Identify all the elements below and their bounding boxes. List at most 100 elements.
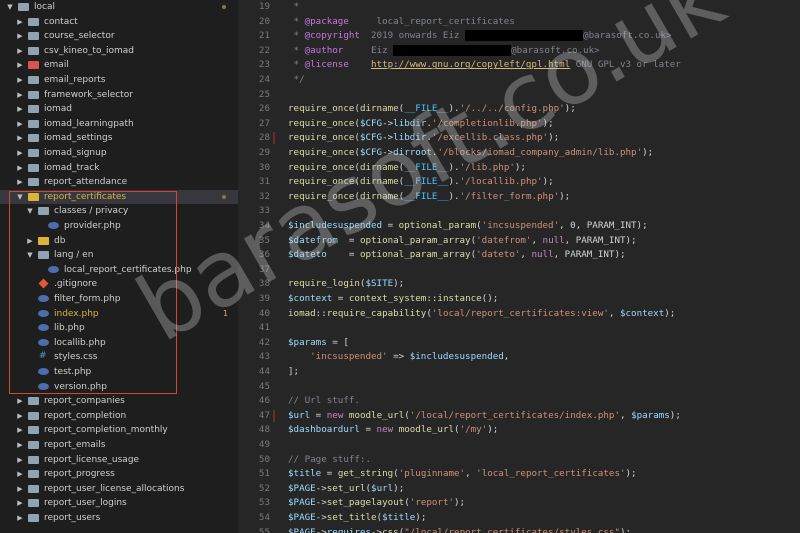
chevron-right-icon[interactable]: ▶ [16,438,24,453]
chevron-right-icon[interactable]: ▶ [16,44,24,59]
code-line[interactable]: $title = get_string('pluginname', 'local… [288,467,637,482]
code-token: set_pagelayout [326,497,405,509]
code-line[interactable]: require_once($CFG->libdir.'/excellib.cla… [288,131,559,146]
tree-item-email-reports[interactable]: ▶ email_reports [0,73,238,88]
tree-item-report-user-license-allocations[interactable]: ▶ report_user_license_allocations [0,482,238,497]
code-line[interactable]: * @copyright 2019 onwards Eiz @barasoft.… [288,29,672,44]
chevron-right-icon[interactable]: ▶ [16,394,24,409]
code-token: -> [382,147,394,158]
code-line[interactable]: $url = new moodle_url('/local/report_cer… [288,409,681,424]
chevron-down-icon[interactable]: ▼ [6,0,14,15]
tree-item-report-user-logins[interactable]: ▶ report_user_logins [0,496,238,511]
tree-item-email[interactable]: ▶ email [0,58,238,73]
code-token: , PARAM_INT); [564,234,637,246]
tree-item-report-emails[interactable]: ▶ report_emails [0,438,238,453]
code-token: libdir [393,132,427,144]
code-line[interactable]: require_once(dirname(__FILE__).'/localli… [288,175,554,190]
folder-icon [28,163,39,172]
folder-icon [28,411,39,420]
code-line[interactable]: $dateto = optional_param_array('dateto',… [288,248,626,263]
code-token: optional_param_array [359,234,471,246]
code-line[interactable]: // Page stuff:. [288,453,371,468]
tree-item-course-selector[interactable]: ▶ course_selector [0,29,238,44]
line-number: 54 [258,512,270,523]
code-token: -> [371,526,383,533]
code-line[interactable]: require_once(dirname(__FILE__).'/filter_… [288,190,570,205]
tree-item-contact[interactable]: ▶ contact [0,15,238,30]
code-token: @copyright [304,30,360,42]
code-line[interactable]: ]; [288,365,299,380]
chevron-right-icon[interactable]: ▶ [16,29,24,44]
redaction-bar [465,30,584,42]
code-line[interactable]: // Url stuff. [288,394,360,409]
code-token: 'dateto' [476,249,521,261]
tree-item-report-companies[interactable]: ▶ report_companies [0,394,238,409]
code-line[interactable]: * @license http://www.gnu.org/copyleft/g… [288,58,681,73]
code-line[interactable]: 'incsuspended' => $includesuspended, [288,350,509,365]
chevron-right-icon[interactable]: ▶ [16,102,24,117]
code-line[interactable]: iomad::require_capability('local/report_… [288,307,675,322]
code-token: ). [448,103,460,115]
chevron-right-icon[interactable]: ▶ [16,482,24,497]
code-token: __FILE__ [404,103,449,115]
tree-item-report-completion-monthly[interactable]: ▶ report_completion_monthly [0,423,238,438]
code-line[interactable]: $context = context_system::instance(); [288,292,498,307]
chevron-right-icon[interactable]: ▶ [16,511,24,526]
chevron-right-icon[interactable]: ▶ [16,88,24,103]
code-line[interactable]: * @package local_report_certificates [288,15,515,30]
chevron-right-icon[interactable]: ▶ [16,73,24,88]
code-line[interactable]: $includesuspended = optional_param('incs… [288,219,648,234]
chevron-right-icon[interactable]: ▶ [16,175,24,190]
folder-open-icon [18,3,29,11]
chevron-right-icon[interactable]: ▶ [16,117,24,132]
chevron-right-icon[interactable]: ▶ [16,496,24,511]
code-line[interactable]: require_once($CFG->dirroot.'/blocks/ioma… [288,146,653,161]
tree-item-report-attendance[interactable]: ▶ report_attendance [0,175,238,190]
code-line[interactable]: $PAGE->set_title($title); [288,511,426,526]
code-line[interactable]: $PAGE->set_pagelayout('report'); [288,496,465,511]
code-line[interactable]: */ [288,73,305,88]
line-number: 55 [258,526,270,533]
chevron-right-icon[interactable]: ▶ [16,58,24,73]
code-line[interactable]: require_once($CFG->libdir.'/completionli… [288,117,554,132]
code-line[interactable]: $params = [ [288,336,349,351]
tree-item-iomad-track[interactable]: ▶ iomad_track [0,161,238,176]
tree-item-report-progress[interactable]: ▶ report_progress [0,467,238,482]
tree-item-report-users[interactable]: ▶ report_users [0,511,238,526]
tree-item-iomad-settings[interactable]: ▶ iomad_settings [0,131,238,146]
tree-item-iomad[interactable]: ▶ iomad [0,102,238,117]
tree-item-report-completion[interactable]: ▶ report_completion [0,409,238,424]
tree-item-report-license-usage[interactable]: ▶ report_license_usage [0,453,238,468]
chevron-right-icon[interactable]: ▶ [16,467,24,482]
code-token: moodle_url [348,409,405,421]
code-line[interactable]: * [288,0,300,15]
tree-item-iomad-learningpath[interactable]: ▶ iomad_learningpath [0,117,238,132]
code-token: , [619,409,632,421]
chevron-right-icon[interactable]: ▶ [16,453,24,468]
code-line[interactable]: $datefrom = optional_param_array('datefr… [288,234,637,249]
chevron-right-icon[interactable]: ▶ [16,409,24,424]
tree-item-framework-selector[interactable]: ▶ framework_selector [0,88,238,103]
tree-item-local[interactable]: ▼ local [0,0,238,15]
chevron-right-icon[interactable]: ▶ [16,15,24,30]
tree-item-csv-kineo-to-iomad[interactable]: ▶ csv_kineo_to_iomad [0,44,238,59]
line-number: 42 [258,336,270,348]
chevron-right-icon[interactable]: ▶ [16,146,24,161]
code-line[interactable]: $dashboardurl = new moodle_url('/my'); [288,423,498,438]
code-token: // Page stuff:. [288,453,371,465]
chevron-right-icon[interactable]: ▶ [16,131,24,146]
line-number: 24 [258,74,270,85]
code-token: , [520,249,532,261]
tree-item-iomad-signup[interactable]: ▶ iomad_signup [0,146,238,161]
chevron-right-icon[interactable]: ▶ [16,161,24,176]
code-line[interactable]: * @author Eiz @barasoft.co.uk> [288,44,600,59]
code-line[interactable]: require_once(dirname(__FILE__).'/lib.php… [288,161,526,176]
code-line[interactable]: require_once(dirname(__FILE__).'/../../c… [288,102,576,117]
code-token: , [608,307,620,319]
code-token: * [288,44,305,56]
chevron-right-icon[interactable]: ▶ [16,423,24,438]
code-line[interactable]: require_login($SITE); [288,277,404,292]
code-line[interactable]: $PAGE->set_url($url); [288,482,404,497]
code-line[interactable]: $PAGE->requires->css("/local/report_cert… [288,526,631,533]
code-editor[interactable]: 19 * 20 * @package local_report_certifica… [238,0,800,533]
